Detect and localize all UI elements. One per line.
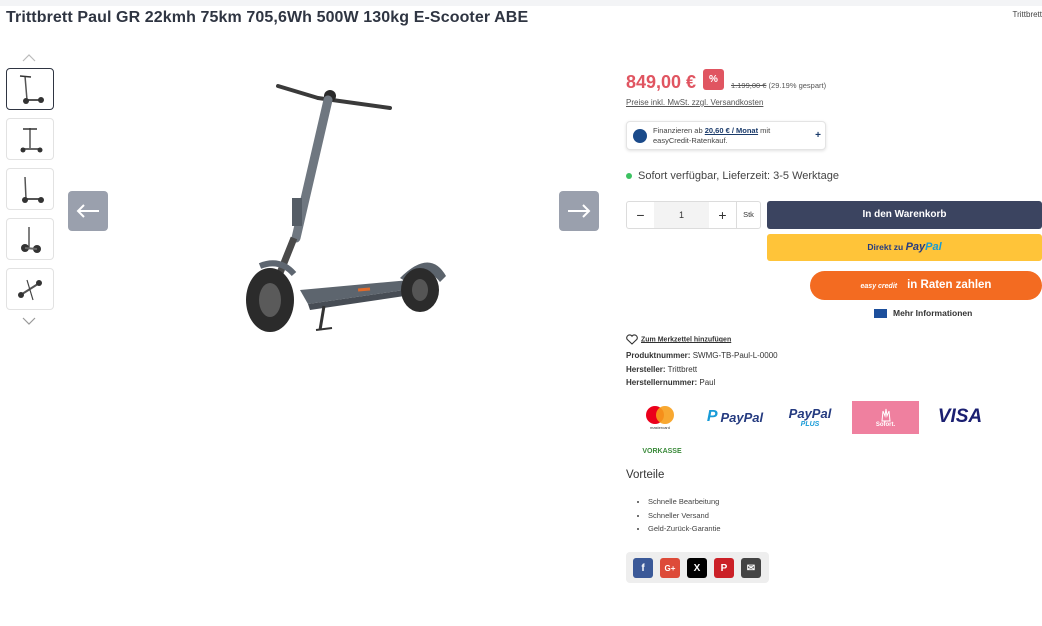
gallery-next-button[interactable] xyxy=(559,191,599,231)
mail-share-button[interactable]: ✉ xyxy=(741,558,761,578)
googleplus-share-button[interactable]: G+ xyxy=(660,558,680,578)
manufacturer-number-value: Paul xyxy=(699,378,716,387)
tax-shipping-link[interactable]: Preise inkl. MwSt. zzgl. Versandkosten xyxy=(626,98,763,107)
benefit-item: Schnelle Bearbeitung xyxy=(648,495,721,509)
product-number-value: SWMG-TB-Paul-L-0000 xyxy=(692,351,778,360)
manufacturer-number: Herstellernummer: Paul xyxy=(626,378,715,387)
pinterest-share-button[interactable]: P xyxy=(714,558,734,578)
thumbnail-3[interactable] xyxy=(6,168,54,210)
heart-icon xyxy=(626,334,638,345)
quantity-stepper[interactable]: − 1 + Stk xyxy=(626,201,761,229)
x-share-button[interactable]: X xyxy=(687,558,707,578)
scooter-thumb-icon xyxy=(21,227,41,253)
sofort-text: Sofort. xyxy=(875,421,896,428)
benefits-list: Schnelle Bearbeitung Schneller Versand G… xyxy=(648,495,721,536)
visa-logo: VISA xyxy=(937,406,983,427)
more-info-link[interactable]: Mehr Informationen xyxy=(874,308,973,319)
mastercard-logo: mastercard xyxy=(636,401,684,433)
mastercard-text: mastercard xyxy=(649,424,670,430)
more-info-label: Mehr Informationen xyxy=(893,308,973,318)
installment-label: in Raten zahlen xyxy=(907,279,992,291)
wishlist-link[interactable]: Zum Merkzettel hinzufügen xyxy=(626,334,731,345)
qty-plus-button[interactable]: + xyxy=(709,202,736,228)
share-bar: f G+ X P ✉ xyxy=(626,552,769,583)
sofort-logo: Sofort. xyxy=(852,401,919,434)
installment-button[interactable]: easy credit in Raten zahlen xyxy=(810,271,1042,300)
product-image xyxy=(246,84,446,332)
finance-with: mit xyxy=(760,126,771,135)
plus-icon[interactable]: + xyxy=(815,130,821,141)
mastercard-icon xyxy=(646,405,674,424)
manufacturer: Hersteller: Trittbrett xyxy=(626,365,697,374)
chevron-up-icon[interactable] xyxy=(22,53,36,63)
paypal-plus-text: PayPal xyxy=(788,406,832,421)
gallery-prev-button[interactable] xyxy=(68,191,108,231)
availability-text: Sofort verfügbar, Lieferzeit: 3-5 Werkta… xyxy=(638,170,839,182)
benefit-item: Schneller Versand xyxy=(648,509,721,523)
facebook-share-button[interactable]: f xyxy=(633,558,653,578)
arrow-right-icon xyxy=(568,204,591,218)
paypal-pay: Pay xyxy=(905,241,926,253)
product-number: Produktnummer: SWMG-TB-Paul-L-0000 xyxy=(626,351,778,360)
paypal-express-button[interactable]: Direkt zu PayPal xyxy=(767,234,1042,261)
thumbnail-2[interactable] xyxy=(6,118,54,160)
finance-prefix: Finanzieren ab xyxy=(653,126,703,135)
vorkasse-logo: VORKASSE xyxy=(642,447,682,455)
benefit-item: Geld-Zurück-Garantie xyxy=(648,522,721,536)
product-title: Trittbrett Paul GR 22kmh 75km 705,6Wh 50… xyxy=(6,9,529,26)
manufacturer-number-label: Herstellernummer: xyxy=(626,378,698,387)
financing-text: Finanzieren ab 20,60 € / Monat mit easyC… xyxy=(653,126,813,146)
chevron-down-icon[interactable] xyxy=(22,316,36,326)
arrow-left-icon xyxy=(76,204,99,218)
scooter-thumb-icon xyxy=(22,176,44,203)
top-border xyxy=(0,0,1042,6)
old-price: 1.199,00 € (29.19% gespart) xyxy=(731,81,826,90)
manufacturer-value: Trittbrett xyxy=(667,365,698,374)
paypal-text: PayPal xyxy=(720,409,764,425)
scooter-thumb-icon xyxy=(20,128,43,153)
thumbnail-4[interactable] xyxy=(6,218,54,260)
thumbnail-1[interactable] xyxy=(6,68,54,110)
paypal-prefix: Direkt zu xyxy=(867,242,904,252)
paypal-logo: P PayPal xyxy=(700,403,770,431)
thumbnail-5[interactable] xyxy=(6,268,54,310)
easycredit-logo: easy credit xyxy=(860,283,898,290)
paypal-plus-logo: PayPal PLUS xyxy=(780,401,840,433)
scooter-thumb-icon xyxy=(19,75,44,104)
vr-bank-icon xyxy=(874,309,887,319)
scooter-folded-thumb-icon xyxy=(18,279,42,301)
availability: Sofort verfügbar, Lieferzeit: 3-5 Werkta… xyxy=(626,170,839,182)
add-to-cart-button[interactable]: In den Warenkorb xyxy=(767,201,1042,229)
paypal-p-icon: P xyxy=(706,408,718,425)
qty-unit: Stk xyxy=(736,202,760,228)
status-dot-icon xyxy=(626,173,632,180)
old-price-value: 1.199,00 € xyxy=(731,81,767,90)
qty-input[interactable]: 1 xyxy=(654,202,709,228)
wishlist-label: Zum Merkzettel hinzufügen xyxy=(641,336,732,344)
price: 849,00 € xyxy=(626,72,697,92)
discount-badge: % xyxy=(703,69,724,90)
saving-text: (29.19% gespart) xyxy=(768,81,827,90)
sofort-hand-icon xyxy=(880,408,891,421)
finance-suffix: easyCredit-Ratenkauf. xyxy=(653,136,728,145)
product-number-label: Produktnummer: xyxy=(626,351,691,360)
financing-box[interactable]: Finanzieren ab 20,60 € / Monat mit easyC… xyxy=(626,121,826,150)
finance-rate[interactable]: 20,60 € / Monat xyxy=(705,126,758,135)
paypal-pal: Pal xyxy=(925,241,942,253)
benefits-heading: Vorteile xyxy=(626,469,665,481)
brand-label[interactable]: Trittbrett xyxy=(1013,10,1042,19)
easycredit-icon xyxy=(633,129,647,143)
paypal-plus-sub: PLUS xyxy=(800,421,820,428)
qty-minus-button[interactable]: − xyxy=(627,202,654,228)
manufacturer-label: Hersteller: xyxy=(626,365,666,374)
